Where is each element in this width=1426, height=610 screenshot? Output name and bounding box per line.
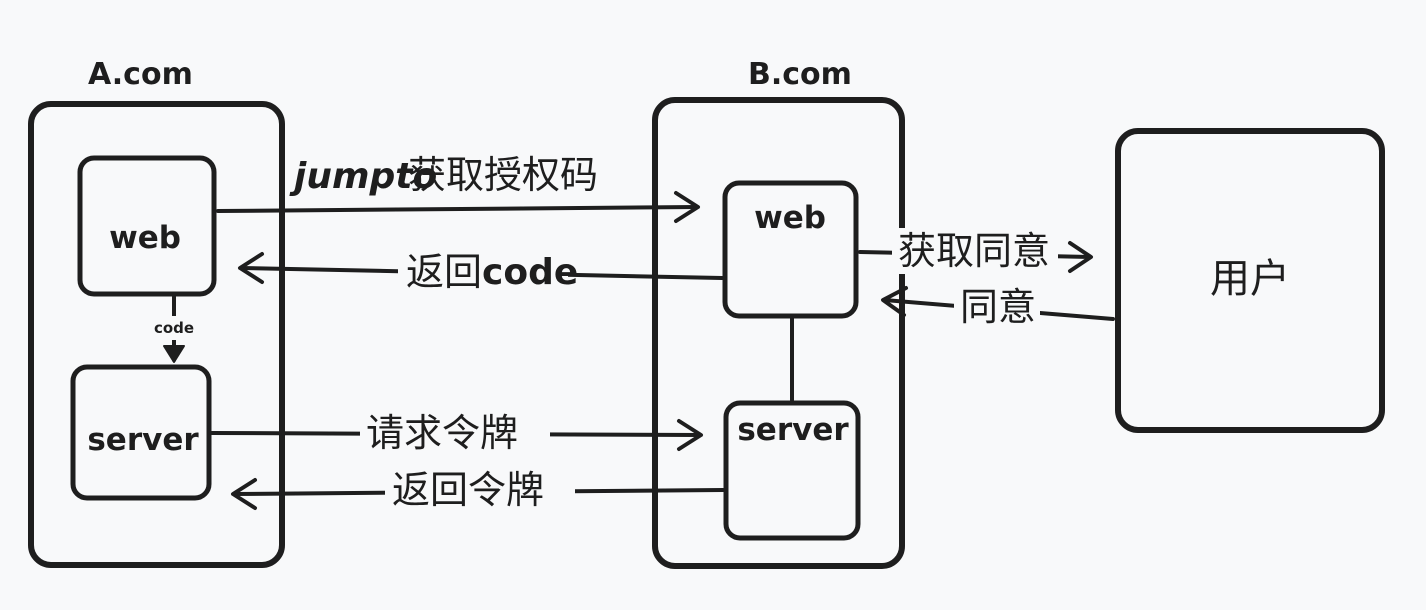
- a-server-label: server: [87, 422, 199, 458]
- label-return-code-suffix: code: [482, 252, 578, 293]
- diagram-canvas: A.com B.com 用户 web server web server cod…: [28, 57, 1385, 569]
- arrow-jumpto: [216, 205, 699, 213]
- user-node-label: 用户: [1210, 256, 1290, 302]
- a-internal-code-label: code: [154, 319, 194, 337]
- a-web-to-server-arrowhead: [163, 345, 185, 363]
- label-get-consent: 获取同意: [898, 229, 1050, 273]
- a-web-label: web: [109, 220, 181, 256]
- b-web-label: web: [754, 200, 826, 236]
- label-return-code: 返回: [406, 250, 482, 294]
- group-title-b: B.com: [748, 57, 852, 92]
- label-request-token: 请求令牌: [366, 411, 518, 455]
- label-consent: 同意: [960, 285, 1036, 329]
- label-return-token: 返回令牌: [392, 468, 544, 512]
- group-container-b: [652, 97, 905, 569]
- group-title-a: A.com: [88, 57, 193, 92]
- label-jumpto-text: 获取授权码: [408, 153, 598, 197]
- b-server-label: server: [737, 412, 849, 448]
